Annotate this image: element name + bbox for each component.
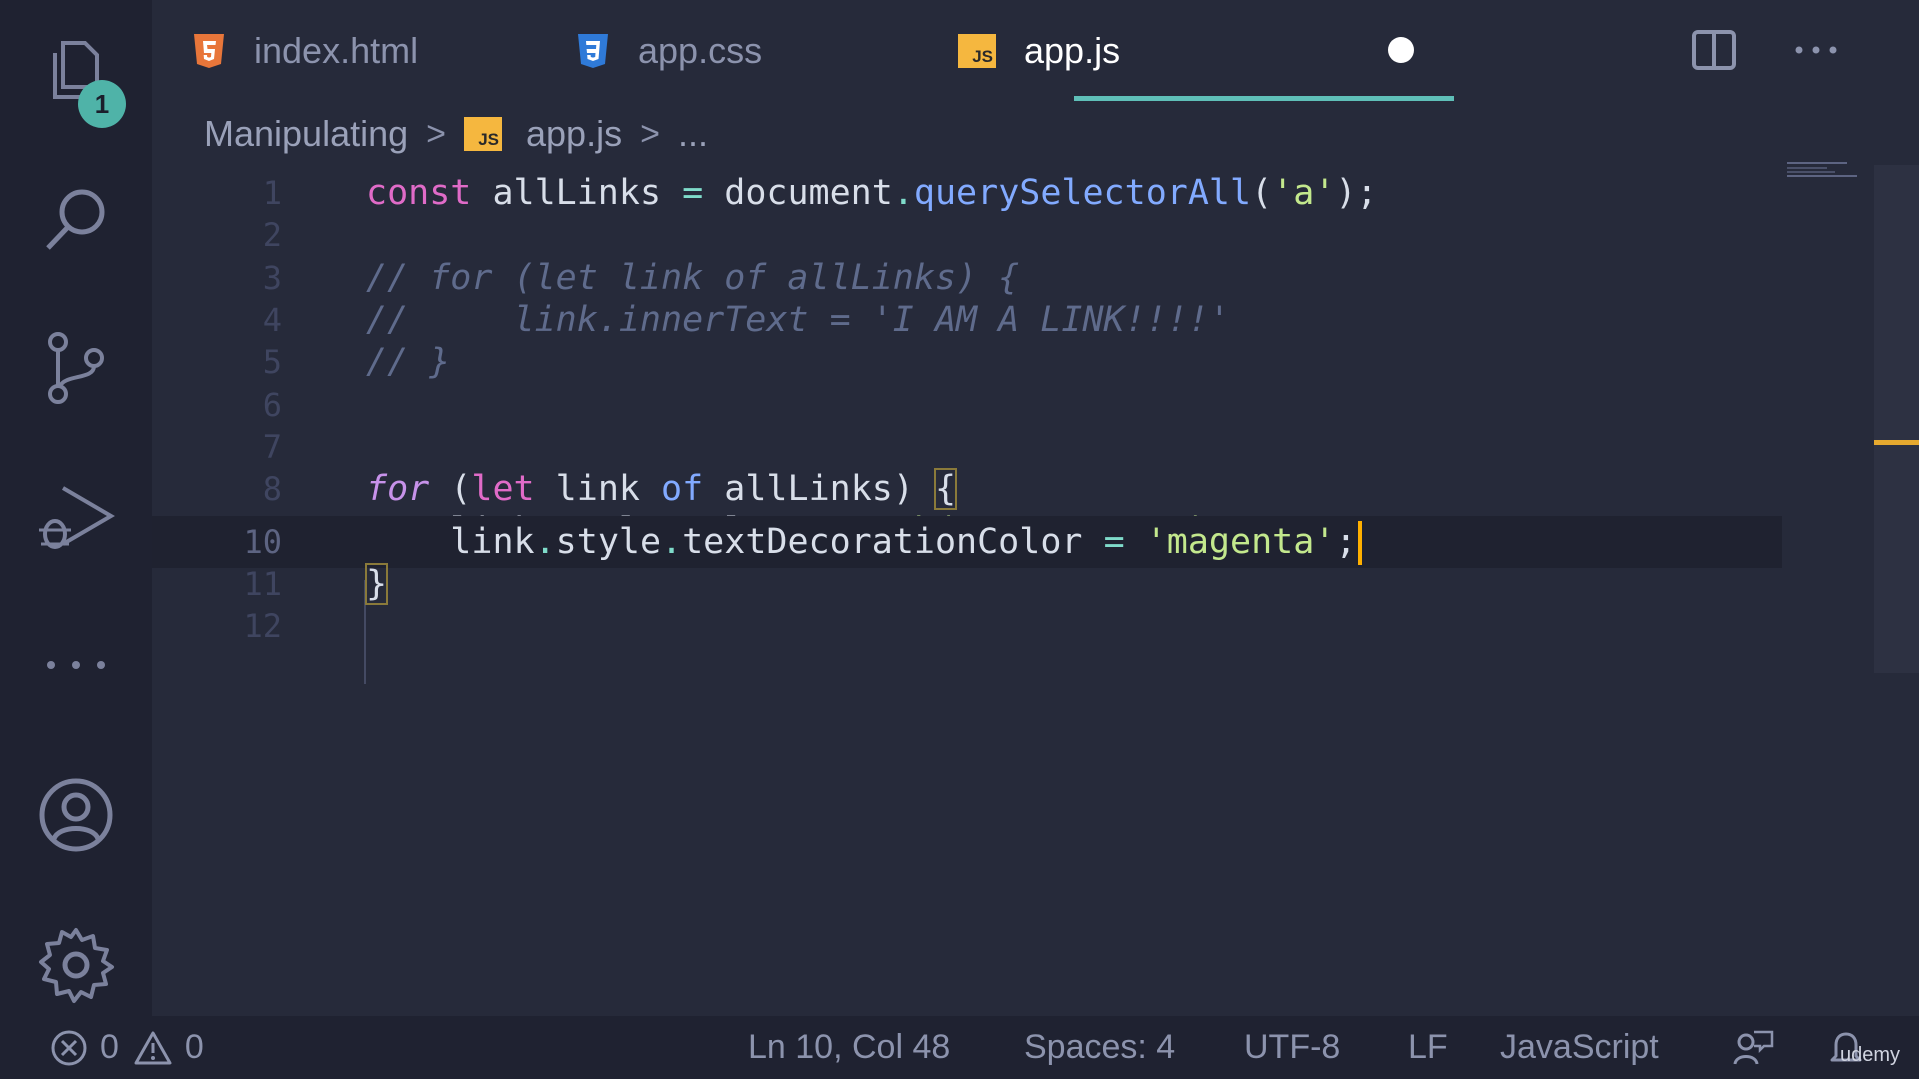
more-icon <box>47 661 105 669</box>
udemy-watermark: udemy <box>1840 1044 1901 1066</box>
tab-label: app.js <box>1024 30 1121 71</box>
account-icon <box>39 778 113 852</box>
encoding-setting[interactable]: UTF-8 <box>1244 1016 1340 1079</box>
run-debug-icon <box>39 486 115 549</box>
settings-gear-icon <box>39 928 114 1003</box>
minimap[interactable] <box>1785 160 1875 190</box>
error-icon <box>51 1030 87 1065</box>
indentation-setting[interactable]: Spaces: 4 <box>1024 1016 1175 1079</box>
chevron-right-icon: > <box>426 114 446 153</box>
warning-icon <box>134 1031 172 1064</box>
language-mode[interactable]: JavaScript <box>1500 1016 1659 1079</box>
tab-app-css[interactable]: app.css <box>576 0 762 102</box>
source-control-button[interactable] <box>0 308 152 428</box>
code-editor[interactable]: 1 const allLinks = document.querySelecto… <box>152 160 1872 780</box>
js-icon: JS <box>958 34 996 68</box>
tab-label: index.html <box>254 30 419 71</box>
status-bar: 0 0 Ln 10, Col 48 Spaces: 4 UTF-8 LF Jav… <box>0 1016 1919 1079</box>
chevron-right-icon: > <box>640 114 660 153</box>
breadcrumb-file[interactable]: app.js <box>526 113 622 155</box>
css3-icon <box>578 34 608 68</box>
activity-bar: 1 <box>0 0 152 1016</box>
breadcrumb-symbols[interactable]: ... <box>678 113 708 155</box>
scrollbar-cursor-marker <box>1874 440 1919 445</box>
eol-setting[interactable]: LF <box>1408 1016 1448 1079</box>
problems-indicator[interactable]: 0 0 <box>50 1016 204 1079</box>
search-icon <box>46 189 105 250</box>
tab-index-html[interactable]: index.html <box>192 0 418 102</box>
tab-label: app.css <box>638 30 763 71</box>
feedback-button[interactable] <box>1732 1016 1774 1079</box>
breadcrumb-folder[interactable]: Manipulating <box>204 113 408 155</box>
js-icon: JS <box>464 117 502 151</box>
vertical-scrollbar[interactable] <box>1874 165 1919 673</box>
explorer-button[interactable]: 1 <box>0 10 152 130</box>
source-control-icon <box>48 332 104 404</box>
tab-bar: index.html app.css JS app.js <box>152 0 1919 102</box>
search-button[interactable] <box>0 160 152 280</box>
tab-app-js[interactable]: JS app.js <box>958 0 1120 102</box>
more-views-button[interactable] <box>0 605 152 725</box>
warning-count: 0 <box>184 1028 204 1066</box>
files-badge: 1 <box>78 80 126 128</box>
line-number: 12 <box>243 607 282 645</box>
manage-button[interactable] <box>0 905 152 1025</box>
code-line[interactable]: 12 <box>152 600 1782 652</box>
active-tab-indicator <box>1074 96 1454 101</box>
more-actions-button[interactable] <box>1786 22 1846 78</box>
unsaved-indicator[interactable] <box>1388 37 1414 63</box>
breadcrumb: Manipulating > JS app.js > ... <box>204 108 708 160</box>
vscode-window: 1 index.html app.css JS app.js Manipulat… <box>0 0 1919 1079</box>
html5-icon <box>194 34 224 68</box>
cursor-position[interactable]: Ln 10, Col 48 <box>748 1016 950 1079</box>
ellipsis-icon <box>1795 46 1837 54</box>
run-debug-button[interactable] <box>0 458 152 578</box>
accounts-button[interactable] <box>0 755 152 875</box>
split-editor-button[interactable] <box>1684 22 1744 78</box>
split-editor-icon <box>1692 30 1736 70</box>
error-count: 0 <box>100 1028 119 1066</box>
feedback-icon <box>1733 1030 1774 1064</box>
